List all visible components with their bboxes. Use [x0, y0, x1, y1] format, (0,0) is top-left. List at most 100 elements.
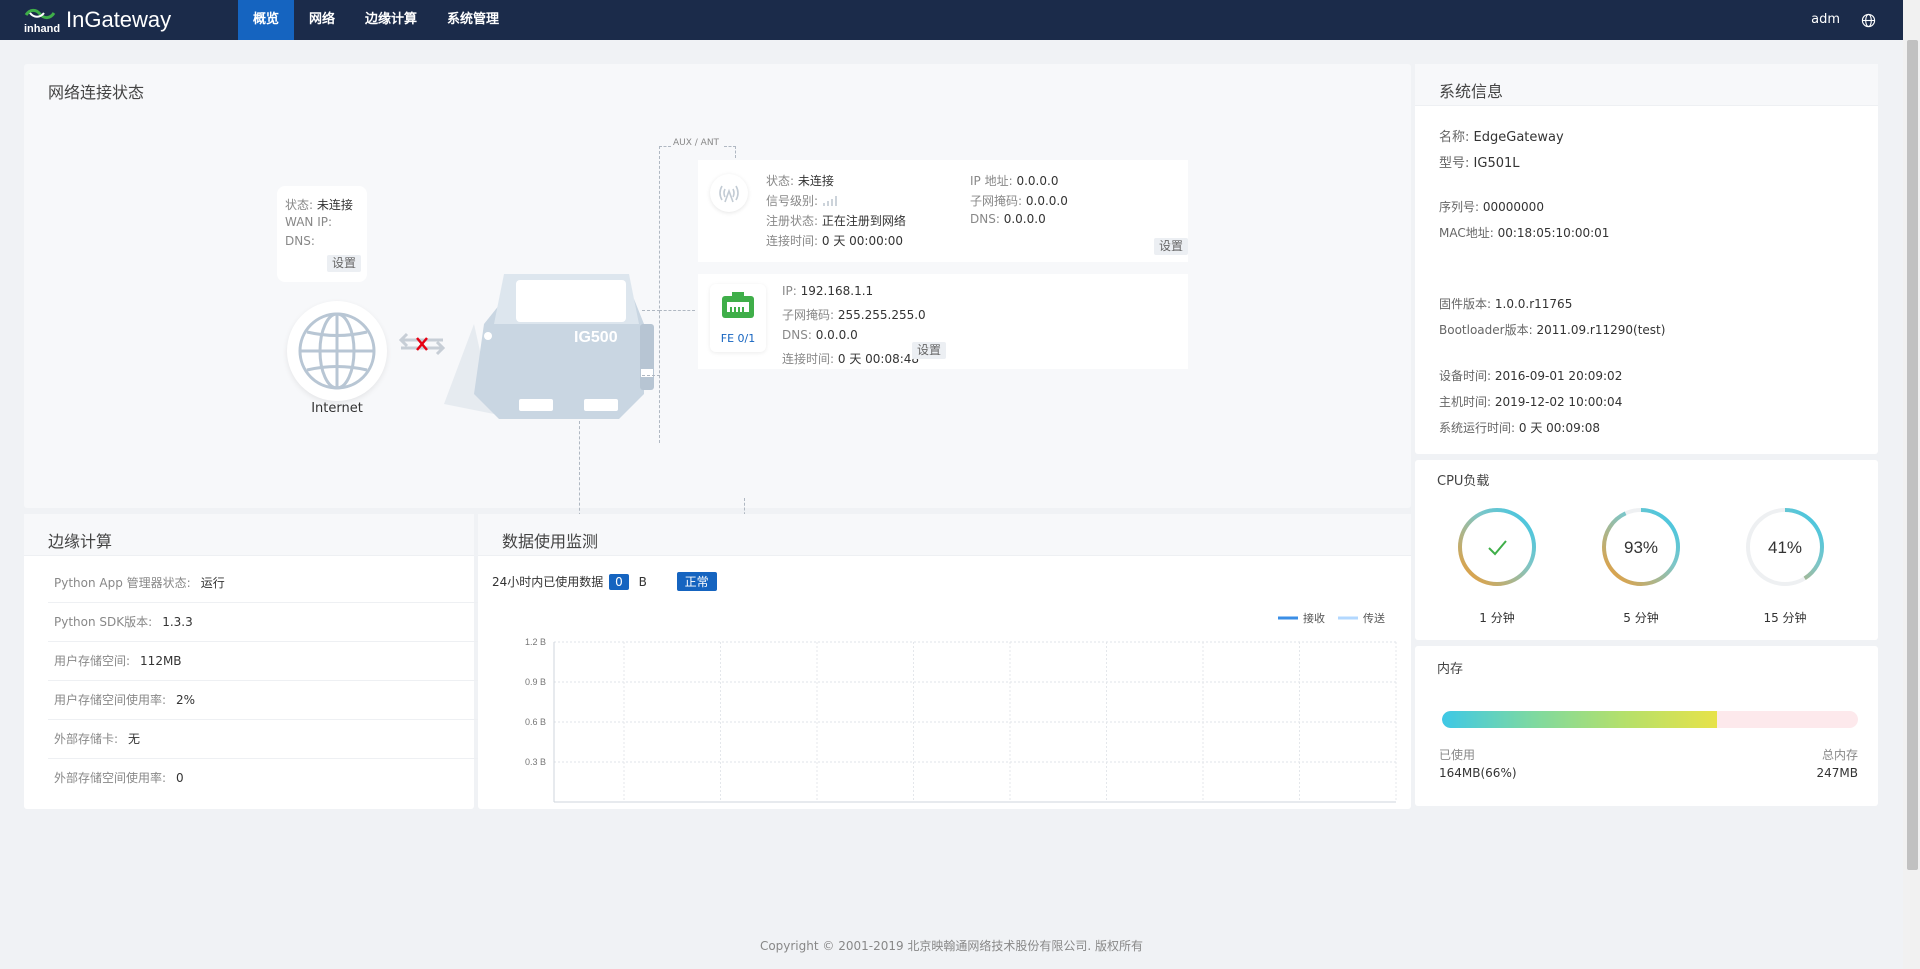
- edge-computing-card: 边缘计算 Python App 管理器状态: 运行 Python SDK版本: 1.3…: [24, 514, 478, 809]
- data-status-badge: 正常: [676, 572, 717, 591]
- edge-row-value: 无: [128, 732, 141, 746]
- cell-conn-label: 连接时间:: [766, 234, 819, 248]
- page-scrollbar[interactable]: [1903, 0, 1920, 969]
- y-tick-label: 0.3 B: [525, 757, 546, 767]
- aux-connector-top-left: [659, 146, 671, 147]
- nav-overview[interactable]: 概览: [238, 0, 295, 40]
- cell-signal-label: 信号级别:: [766, 194, 819, 208]
- edge-row: Python App 管理器状态: 运行: [48, 564, 478, 603]
- cpu-gauge: 93%: [1599, 505, 1683, 589]
- lan-mask-label: 子网掩码:: [782, 308, 835, 322]
- memory-total-label: 总内存: [1821, 748, 1858, 762]
- edge-row: 用户存储空间: 112MB: [48, 642, 478, 681]
- cell-mask-value: 0.0.0.0: [1025, 194, 1068, 208]
- language-globe-icon[interactable]: [1861, 13, 1876, 28]
- scrollbar-thumb[interactable]: [1907, 40, 1918, 870]
- nav-edge-computing[interactable]: 边缘计算: [350, 0, 432, 40]
- sys-devtime-value: 2016-09-01 20:09:02: [1494, 369, 1623, 383]
- data-usage-title: 数据使用监测: [502, 532, 599, 551]
- memory-usage-bar: [1442, 711, 1858, 728]
- y-tick-label: 1.2 B: [525, 637, 546, 647]
- memory-title: 内存: [1437, 662, 1464, 677]
- cell-dns-label: DNS:: [970, 212, 1000, 226]
- edge-computing-header: 边缘计算: [24, 514, 474, 556]
- checkmark-icon: [1488, 540, 1507, 556]
- y-tick-label: 0.6 B: [525, 717, 546, 727]
- wan-status-label: 状态:: [285, 198, 314, 212]
- nav-system-management[interactable]: 系统管理: [432, 0, 514, 40]
- ig500-device-image: IG500: [444, 264, 664, 424]
- wan-settings-button[interactable]: 设置: [327, 255, 362, 272]
- cpu-title: CPU负载: [1437, 474, 1490, 489]
- cpu-gauge-arc: [1458, 508, 1536, 586]
- system-info-card: 系统信息 名称: EdgeGateway 型号: IG501L 序列号: 000…: [1415, 64, 1878, 454]
- cell-status-value: 未连接: [797, 174, 834, 188]
- sys-boot-value: 2011.09.r11290(test): [1536, 323, 1666, 337]
- cellular-settings-button[interactable]: 设置: [1153, 238, 1188, 255]
- cell-dns-value: 0.0.0.0: [1003, 212, 1046, 226]
- lan-dns-value: 0.0.0.0: [815, 328, 858, 342]
- sys-hosttime-value: 2019-12-02 10:00:04: [1494, 395, 1623, 409]
- sys-serial-label: 序列号:: [1439, 200, 1480, 214]
- cpu-gauge-label: 1 分钟: [1479, 611, 1515, 625]
- inhand-logo[interactable]: inhand InGateway: [22, 6, 171, 35]
- cpu-gauge: 41%: [1743, 505, 1827, 589]
- sys-fw-label: 固件版本:: [1439, 297, 1492, 311]
- inhand-logo-mark: inhand: [22, 6, 62, 35]
- cpu-gauge-percent: 41%: [1768, 538, 1802, 557]
- edge-row-value: 1.3.3: [162, 615, 193, 629]
- sys-model-value: IG501L: [1473, 156, 1520, 171]
- edge-row: 外部存储卡: 无: [48, 720, 478, 759]
- lan-port-label: FE 0/1: [720, 332, 756, 345]
- memory-used-value: 164MB(66%): [1439, 766, 1517, 780]
- edge-row-value: 2%: [176, 693, 196, 707]
- legend-label: 传送: [1363, 611, 1385, 625]
- system-info-header: 系统信息: [1415, 64, 1878, 106]
- edge-row-label: 外部存储空间使用率:: [54, 771, 167, 785]
- cell-reg-value: 正在注册到网络: [821, 214, 906, 228]
- edge-row-label: 用户存储空间:: [54, 654, 131, 668]
- lan-settings-button[interactable]: 设置: [912, 342, 947, 359]
- sys-fw-value: 1.0.0.r11765: [1494, 297, 1573, 311]
- sys-name-value: EdgeGateway: [1473, 130, 1564, 145]
- sys-hosttime-label: 主机时间:: [1439, 395, 1492, 409]
- internet-label: Internet: [311, 401, 363, 416]
- legend-label: 接收: [1303, 611, 1325, 625]
- edge-row-label: 用户存储空间使用率:: [54, 693, 167, 707]
- data-used-label: 24小时内已使用数据: [492, 575, 604, 589]
- data-usage-chart: 接收 传送 1.2 B 0.9 B 0.6 B 0.3 B: [525, 611, 1397, 803]
- lan-ip-label: IP:: [782, 284, 797, 298]
- cell-ip-label: IP 地址:: [970, 174, 1013, 188]
- cpu-load-card: CPU负载 1 分钟 93% 5 分钟 41% 15 分钟: [1415, 460, 1878, 640]
- user-menu[interactable]: adm: [1811, 0, 1840, 40]
- lan-ip-value: 192.168.1.1: [800, 284, 874, 298]
- cell-conn-value: 0 天 00:00:00: [821, 234, 904, 248]
- wan-ip-label: WAN IP:: [285, 215, 333, 229]
- y-tick-label: 0.9 B: [525, 677, 546, 687]
- lan-card: FE 0/1 IP: 192.168.1.1 子网掩码: 255.255.255…: [698, 274, 1188, 369]
- edge-row-value: 0: [176, 771, 184, 785]
- device-model-text: IG500: [574, 329, 618, 346]
- antenna-icon: [710, 174, 748, 212]
- cellular-card: 状态: 未连接 信号级别: 注册状态: 正在注册到网络 连接时间: 0 天 00…: [698, 160, 1188, 262]
- sys-mac-label: MAC地址:: [1439, 226, 1494, 240]
- sys-mac-value: 00:18:05:10:00:01: [1497, 226, 1610, 240]
- edge-row-label: Python SDK版本:: [54, 615, 153, 629]
- ethernet-icon: [722, 292, 754, 322]
- data-usage-header: 数据使用监测: [478, 514, 1411, 556]
- aux-connector-down: [735, 146, 736, 158]
- lan-connector-to-card: [659, 310, 695, 311]
- edge-row: 外部存储空间使用率: 0: [48, 759, 478, 798]
- cell-status-label: 状态:: [766, 174, 795, 188]
- edge-row-label: Python App 管理器状态:: [54, 576, 191, 590]
- sys-serial-value: 00000000: [1482, 200, 1544, 214]
- main-nav: 概览 网络 边缘计算 系统管理: [238, 0, 514, 40]
- memory-usage-fill: [1442, 711, 1717, 728]
- nav-network[interactable]: 网络: [294, 0, 350, 40]
- cpu-gauge-label: 5 分钟: [1623, 611, 1659, 625]
- internet-globe-icon: [287, 301, 387, 401]
- network-status-title: 网络连接状态: [48, 83, 145, 102]
- lan-mask-value: 255.255.255.0: [837, 308, 926, 322]
- footer-copyright: Copyright © 2001-2019 北京映翰通网络技术股份有限公司. 版…: [759, 939, 1144, 953]
- wan-info-box: 状态: 未连接 WAN IP: DNS: 设置: [277, 186, 367, 282]
